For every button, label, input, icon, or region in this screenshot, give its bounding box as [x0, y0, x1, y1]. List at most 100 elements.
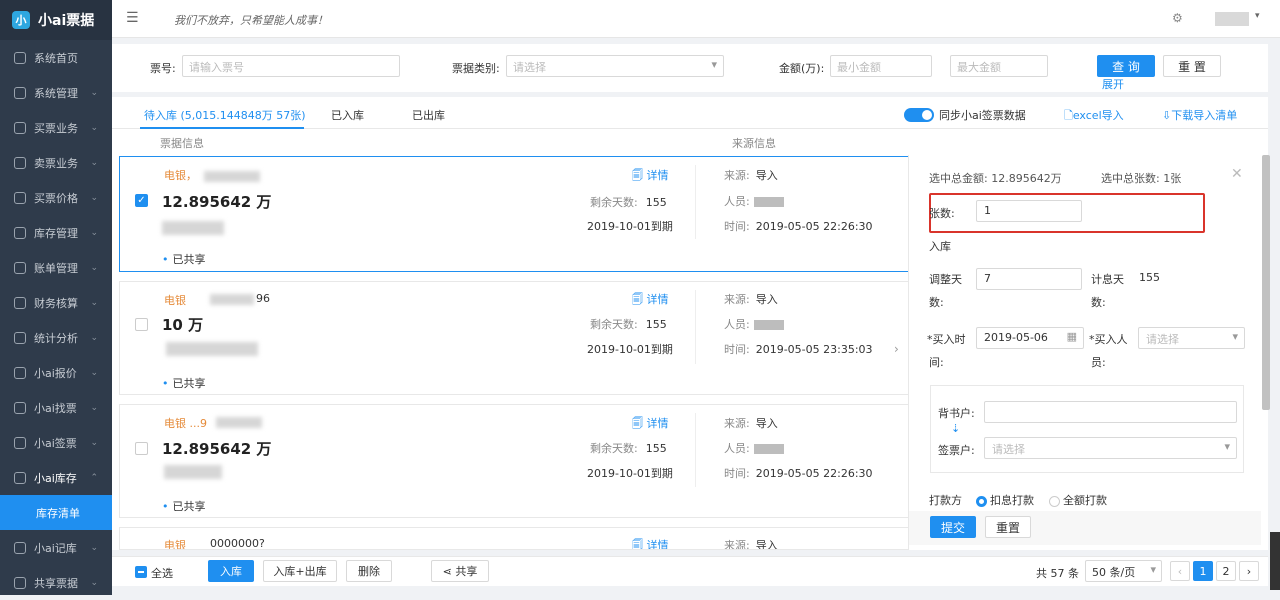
remaining-days: 剩余天数: 155 [590, 194, 667, 210]
delete-button[interactable]: 删除 [346, 560, 392, 582]
ticket-card[interactable]: 电银 ...9 12.895642 万 已共享 🗐 详情 剩余天数: 155 20… [119, 404, 909, 518]
ticket-type-select[interactable]: 请选择 ▾ [506, 55, 724, 77]
reset-button[interactable]: 重 置 [1163, 55, 1221, 77]
sidebar-item[interactable]: 小ai记库 ⌄ [0, 530, 112, 565]
person-label: 人员: [724, 442, 750, 455]
settings-icon[interactable]: ⚙ [1172, 11, 1183, 25]
source-value: 导入 [755, 417, 778, 430]
source: 来源: 导入 [724, 291, 778, 307]
chevron-down-icon: ⌄ [90, 122, 98, 133]
sidebar-item-label: 小ai找票 [34, 401, 77, 415]
ticket-no-input[interactable]: 请输入票号 [182, 55, 400, 77]
scrollbar[interactable] [1262, 155, 1270, 410]
query-button[interactable]: 查 询 [1097, 55, 1155, 77]
buy-time-label: *买入时 [927, 333, 966, 346]
sidebar-item[interactable]: 系统首页 [0, 40, 112, 75]
ticket-card[interactable]: 电银 96 10 万 已共享 🗐 详情 剩余天数: 155 2019-10-01到… [119, 281, 909, 395]
page-2-button[interactable]: 2 [1216, 561, 1236, 581]
prev-page-button[interactable]: ‹ [1170, 561, 1190, 581]
sidebar-item[interactable]: 财务核算 ⌄ [0, 285, 112, 320]
user-dropdown-icon[interactable]: ▾ [1255, 11, 1260, 21]
pay-option-full[interactable]: 全额打款 [1049, 492, 1107, 508]
chevron-down-icon: ⌄ [90, 87, 98, 98]
tab-pending[interactable]: 待入库 (5,015.144848万 57张) [144, 107, 306, 123]
panel-reset-button[interactable]: 重置 [985, 516, 1031, 538]
account-box: 背书户: ⇣ 签票户: 请选择 ▾ [930, 385, 1244, 473]
page-size-select[interactable]: 50 条/页 ▾ [1085, 560, 1162, 582]
expand-link[interactable]: 展开 [1102, 76, 1124, 92]
tab-in-stock[interactable]: 已入库 [331, 107, 364, 123]
download-list-link[interactable]: ⇩下载导入清单 [1162, 107, 1237, 123]
page-1-button[interactable]: 1 [1193, 561, 1213, 581]
detail-link[interactable]: 🗐 详情 [632, 415, 669, 434]
share-icon: ⋖ [442, 564, 452, 578]
source-value: 导入 [755, 539, 778, 550]
time-label: 时间: [724, 220, 750, 233]
bottom-toolbar: 全选 入库 入库+出库 删除 ⋖ 共享 共 57 条 50 条/页 ▾ ‹ 1 2… [112, 556, 1268, 586]
app-logo-icon: 小 [12, 11, 30, 29]
buyer-placeholder: 请选择 [1146, 333, 1179, 346]
tab-out-stock[interactable]: 已出库 [412, 107, 445, 123]
sidebar-item[interactable]: 小ai找票 ⌄ [0, 390, 112, 425]
sidebar-subitem-stock-list[interactable]: 库存清单 [0, 495, 112, 530]
sidebar-item-label: 系统首页 [34, 51, 78, 65]
sidebar-item[interactable]: 买票业务 ⌄ [0, 110, 112, 145]
sidebar-item[interactable]: 卖票业务 ⌄ [0, 145, 112, 180]
remaining-days: 剩余天数: 155 [590, 440, 667, 456]
ticket-type-label: 票据类别: [452, 62, 500, 75]
source-label: 来源: [724, 539, 750, 550]
sidebar-item-label: 财务核算 [34, 296, 78, 310]
excel-import-link[interactable]: 🗋excel导入 [1064, 107, 1124, 126]
count-input[interactable]: 1 [976, 200, 1082, 222]
sidebar-item[interactable]: 系统管理 ⌄ [0, 75, 112, 110]
time: 时间: 2019-05-05 22:26:30 [724, 218, 873, 234]
menu-toggle-icon[interactable]: ☰ [126, 10, 139, 26]
buyer-select[interactable]: 请选择 ▾ [1138, 327, 1245, 349]
next-page-button[interactable]: › [1239, 561, 1259, 581]
min-amount-input[interactable]: 最小金额 [830, 55, 932, 77]
detail-link[interactable]: 🗐 详情 [632, 291, 669, 310]
detail-link[interactable]: 🗐 详情 [632, 537, 669, 549]
signer-select[interactable]: 请选择 ▾ [984, 437, 1237, 459]
total-amount: 选中总金额: 12.895642万 [929, 172, 1062, 185]
sidebar-item[interactable]: 小ai库存 ⌃ [0, 460, 112, 495]
ticket-card[interactable]: 电银， ✓ 12.895642 万 已共享 🗐 详情 剩余天数: 155 2019… [119, 156, 909, 272]
sidebar-item[interactable]: 小ai报价 ⌄ [0, 355, 112, 390]
person: 人员: [724, 440, 784, 456]
sidebar-item[interactable]: 库存管理 ⌄ [0, 215, 112, 250]
sidebar-item-label: 买票业务 [34, 121, 78, 135]
user-avatar[interactable] [1215, 12, 1249, 26]
select-all-checkbox[interactable] [135, 566, 147, 578]
sidebar-item[interactable]: 小ai签票 ⌄ [0, 425, 112, 460]
card-checkbox[interactable]: ✓ [135, 194, 148, 207]
chevron-right-icon[interactable]: › [894, 342, 899, 356]
submit-button[interactable]: 提交 [930, 516, 976, 538]
shared-status: 已共享 [162, 498, 206, 514]
time: 时间: 2019-05-05 23:35:03 [724, 341, 873, 357]
stock-in-out-button[interactable]: 入库+出库 [263, 560, 337, 582]
adjust-days-input[interactable]: 7 [976, 268, 1082, 290]
detail-link[interactable]: 🗐 详情 [632, 167, 669, 186]
max-amount-input[interactable]: 最大金额 [950, 55, 1048, 77]
chevron-down-icon: ⌄ [90, 542, 98, 553]
sidebar-item[interactable]: 统计分析 ⌄ [0, 320, 112, 355]
sidebar-item[interactable]: 买票价格 ⌄ [0, 180, 112, 215]
endorser-input[interactable] [984, 401, 1237, 423]
share-button[interactable]: ⋖ 共享 [431, 560, 489, 582]
sidebar-item[interactable]: 账单管理 ⌄ [0, 250, 112, 285]
close-icon[interactable]: ✕ [1231, 166, 1243, 182]
pay-option-deduct[interactable]: 扣息打款 [976, 492, 1034, 508]
excel-import-label: excel导入 [1072, 109, 1124, 122]
card-checkbox[interactable] [135, 442, 148, 455]
endorser-label: 背书户: [938, 407, 975, 420]
card-checkbox[interactable] [135, 318, 148, 331]
chevron-down-icon: ⌄ [90, 262, 98, 273]
remaining-days-value: 155 [645, 196, 667, 209]
stock-in-button[interactable]: 入库 [208, 560, 254, 582]
app-brand[interactable]: 小 小ai票据 [0, 0, 112, 40]
ticket-card[interactable]: 电银 0000000? 🗐 详情 来源: 导入 [119, 527, 909, 550]
buy-time-input[interactable]: 2019-05-06 ▦ [976, 327, 1084, 349]
sync-toggle[interactable] [904, 108, 934, 122]
remaining-days: 剩余天数: 155 [590, 316, 667, 332]
interest-days-label: 计息天 [1091, 273, 1124, 286]
